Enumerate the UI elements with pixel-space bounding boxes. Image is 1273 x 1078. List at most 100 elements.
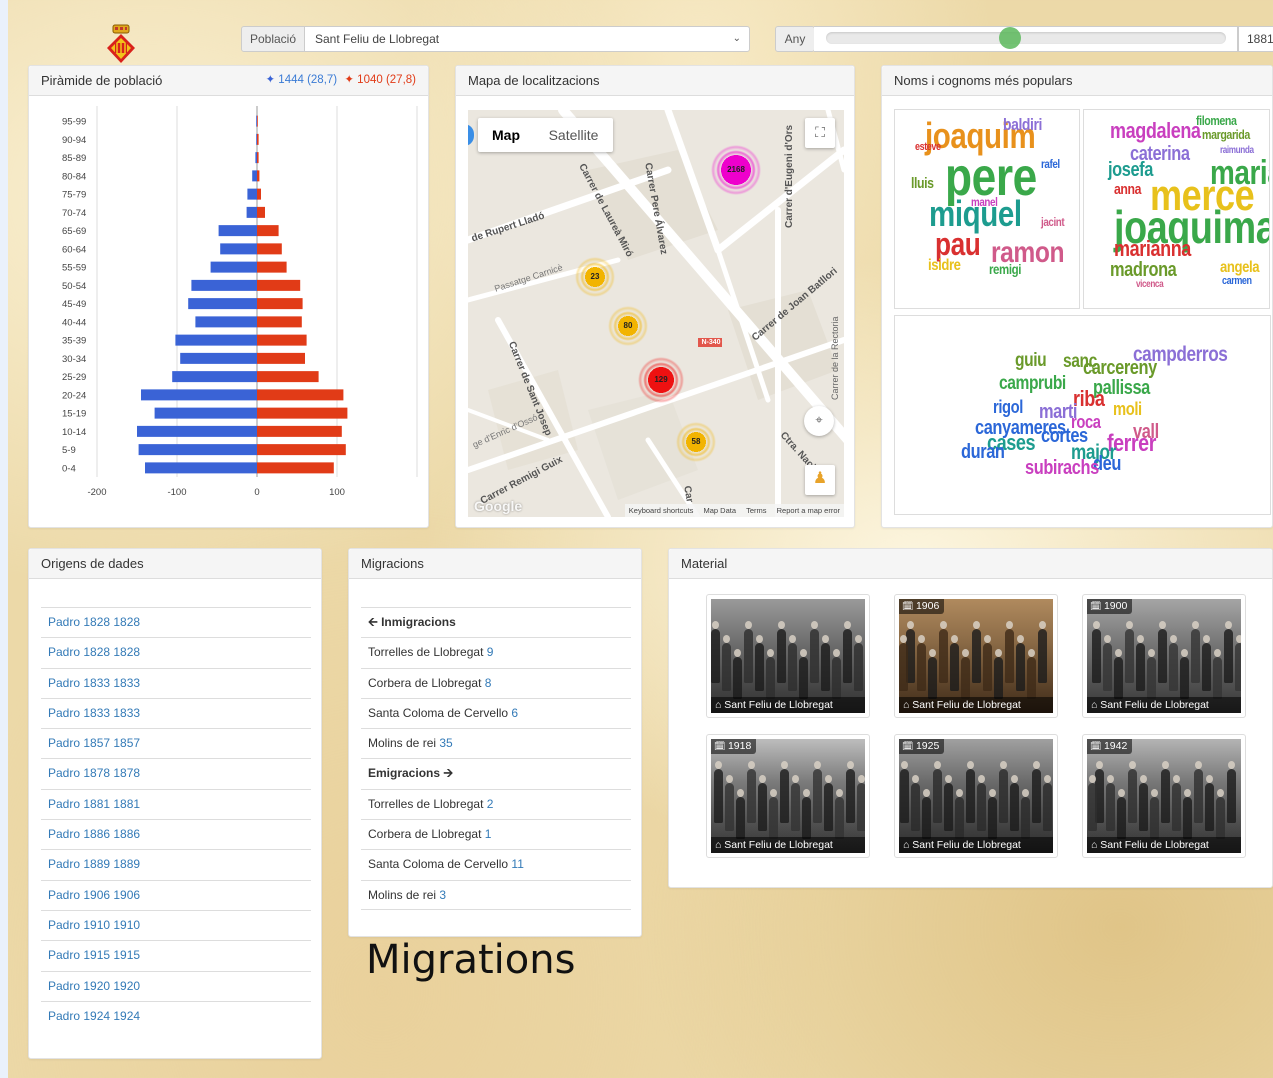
photo-thumbnail[interactable]: 🗓 1925 ⌂ Sant Feliu de Llobregat — [894, 734, 1058, 858]
photo-place: Sant Feliu de Llobregat — [724, 699, 833, 711]
photo-figure — [1092, 629, 1101, 683]
cloud-word: josefa — [1108, 159, 1153, 181]
photo-face — [814, 761, 821, 769]
photo-face — [1170, 635, 1177, 643]
map-tab[interactable]: Map — [478, 118, 534, 152]
origin-item[interactable]: Padro 1889 1889 — [41, 849, 311, 879]
photo-thumbnail[interactable]: 🗓 1918 ⌂ Sant Feliu de Llobregat — [706, 734, 870, 858]
origin-item[interactable]: Padro 1878 1878 — [41, 758, 311, 788]
photo-figure — [900, 769, 909, 823]
report-error-link[interactable]: Report a map error — [777, 506, 840, 515]
photo-face — [723, 635, 730, 643]
pyramid-age-label: 80-84 — [62, 171, 86, 182]
satellite-tab[interactable]: Satellite — [534, 118, 613, 152]
photo-thumbnail[interactable]: ⌂ Sant Feliu de Llobregat — [706, 594, 870, 718]
cloud-word: vicenca — [1136, 279, 1164, 290]
origin-item[interactable]: Padro 1881 1881 — [41, 788, 311, 819]
photo-face — [855, 635, 862, 643]
cloud-word: rigol — [993, 397, 1023, 417]
photo-face — [1148, 649, 1155, 657]
pyramid-male-bar — [255, 152, 257, 164]
origin-item[interactable]: Padro 1915 1915 — [41, 940, 311, 970]
migration-count[interactable]: 11 — [511, 857, 523, 871]
cloud-word: filomena — [1196, 113, 1237, 128]
photo-year: 1925 — [915, 740, 940, 752]
photo-figure — [758, 783, 767, 831]
photo-face — [811, 621, 818, 629]
photo-face — [1225, 621, 1232, 629]
cloud-word: marianna — [1114, 236, 1191, 261]
photo-face — [781, 761, 788, 769]
photo-face — [1028, 649, 1035, 657]
pegman-icon[interactable]: ♟ — [805, 465, 835, 495]
origin-item[interactable]: Padro 1828 1828 — [41, 637, 311, 667]
photo-figure — [846, 769, 855, 823]
pyramid-age-label: 85-89 — [62, 153, 86, 164]
cluster-count: 58 — [691, 437, 701, 446]
location-cluster[interactable]: 80 — [608, 306, 648, 346]
migration-count[interactable]: 1 — [485, 827, 492, 841]
photo-face — [1107, 775, 1114, 783]
keyboard-shortcuts-link[interactable]: Keyboard shortcuts — [629, 506, 694, 515]
origins-panel-heading: Origens de dades — [29, 549, 321, 579]
photo-year-badge: 🗓 1906 — [899, 599, 945, 614]
photo-thumbnail[interactable]: 🗓 1942 ⌂ Sant Feliu de Llobregat — [1082, 734, 1246, 858]
cloud-word: angela — [1220, 259, 1260, 276]
origin-item[interactable]: Padro 1910 1910 — [41, 909, 311, 940]
photo-face — [789, 635, 796, 643]
migration-count[interactable]: 3 — [439, 888, 446, 902]
photo-figure — [1224, 629, 1233, 683]
compass-icon[interactable]: ⌖ — [804, 406, 834, 436]
emigrations-rows: Torrelles de Llobregat 2 Corbera de Llobr… — [361, 788, 631, 910]
origin-item[interactable]: Padro 1828 1828 — [41, 607, 311, 637]
map-data-link[interactable]: Map Data — [704, 506, 737, 515]
names-title: Noms i cognoms més populars — [894, 73, 1073, 88]
location-cluster[interactable]: 2168 — [711, 145, 761, 195]
terms-link[interactable]: Terms — [746, 506, 766, 515]
left-edge — [0, 0, 8, 1078]
year-slider-handle[interactable] — [999, 27, 1021, 49]
origin-item[interactable]: Padro 1920 1920 — [41, 970, 311, 1001]
photo-face — [989, 789, 996, 797]
photo-face — [1118, 789, 1125, 797]
photo-place: Sant Feliu de Llobregat — [724, 839, 833, 851]
photo-face — [734, 649, 741, 657]
origin-item[interactable]: Padro 1906 1906 — [41, 879, 311, 910]
location-cluster[interactable]: 129 — [638, 357, 684, 403]
photo-figure — [857, 783, 865, 831]
photo-thumbnail[interactable]: 🗓 1906 ⌂ Sant Feliu de Llobregat — [894, 594, 1058, 718]
location-cluster[interactable]: 23 — [575, 257, 615, 297]
migration-count[interactable]: 35 — [439, 736, 452, 750]
pyramid-female-bar — [257, 352, 305, 364]
photo-figure — [1114, 657, 1123, 699]
poblacio-select[interactable]: Sant Feliu de Llobregat ⌄ — [304, 26, 750, 52]
photo-face — [847, 761, 854, 769]
origin-item[interactable]: Padro 1833 1833 — [41, 667, 311, 698]
origin-item[interactable]: Padro 1886 1886 — [41, 819, 311, 849]
photo-caption: ⌂ Sant Feliu de Llobregat — [899, 837, 1053, 853]
origin-item[interactable]: Padro 1857 1857 — [41, 728, 311, 758]
photo-face — [1096, 761, 1103, 769]
chevron-down-icon: ⌄ — [732, 33, 741, 44]
migration-count[interactable]: 2 — [487, 797, 494, 811]
photo-figure — [977, 783, 986, 831]
male-icon: ✦ — [265, 74, 276, 86]
fullscreen-icon[interactable]: ⛶ — [805, 118, 835, 148]
migration-count[interactable]: 6 — [511, 706, 518, 720]
location-cluster[interactable]: 58 — [676, 422, 716, 462]
origin-item[interactable]: Padro 1924 1924 — [41, 1000, 311, 1031]
calendar-icon: 🗓 — [714, 741, 728, 751]
map-type-toggle: Map Satellite — [478, 118, 613, 152]
migration-place: Molins de rei — [368, 736, 437, 751]
photo-face — [951, 635, 958, 643]
migration-count[interactable]: 8 — [485, 676, 492, 690]
pyramid-male-bar — [210, 261, 257, 273]
emigrations-label: Emigracions — [368, 766, 441, 781]
migration-count[interactable]: 9 — [487, 645, 494, 659]
map-view[interactable]: Carrer Pere Álvarez Carrer de Laureà Mir… — [468, 110, 844, 517]
female-names-cloud: filomena margarida magdalena raimunda cateri… — [1083, 109, 1270, 309]
map-panel: Mapa de localitzacions Carrer Pere Álvar… — [455, 65, 855, 528]
photo-thumbnail[interactable]: 🗓 1900 ⌂ Sant Feliu de Llobregat — [1082, 594, 1246, 718]
year-slider-track[interactable] — [826, 32, 1226, 44]
origin-item[interactable]: Padro 1833 1833 — [41, 697, 311, 728]
